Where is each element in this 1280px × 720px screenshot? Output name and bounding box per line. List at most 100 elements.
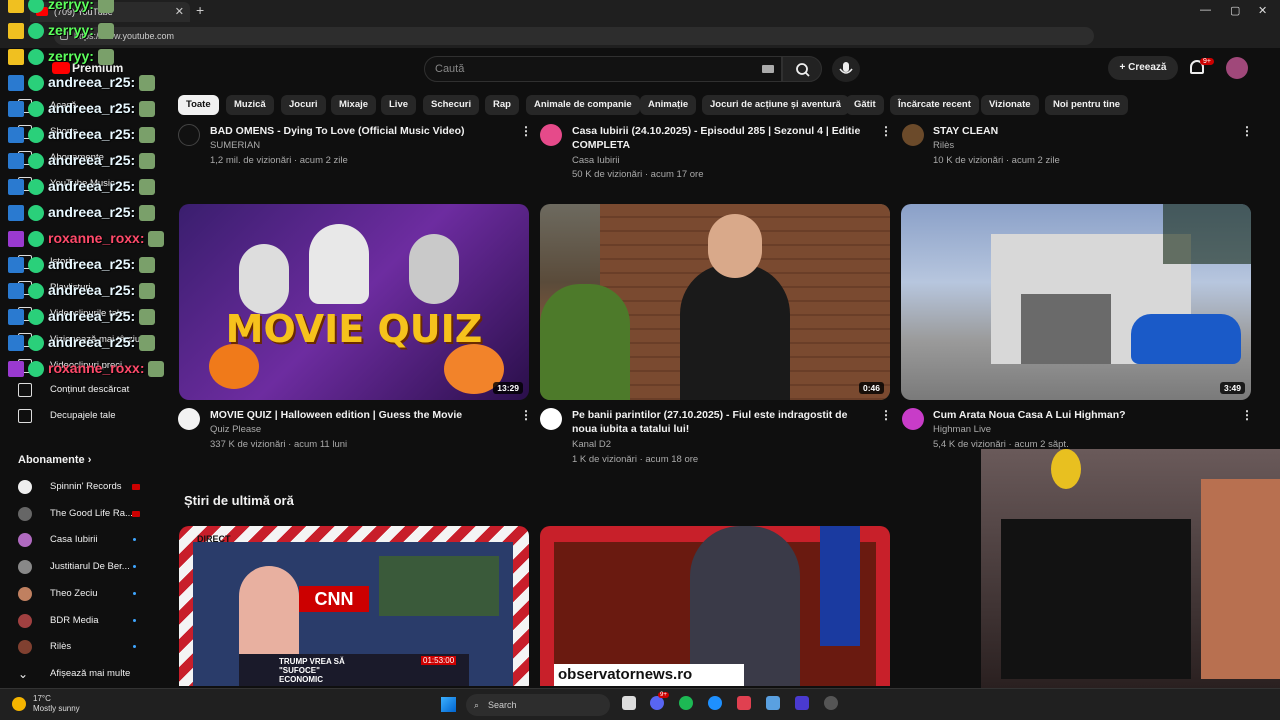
app-red-icon[interactable]: [737, 696, 751, 710]
chat-message: zerryy:: [8, 0, 118, 16]
video-meta: 1,2 mil. de vizionări · acum 2 zile: [210, 155, 348, 166]
chip-0[interactable]: Toate: [178, 95, 219, 115]
windows-start-icon[interactable]: [441, 697, 456, 712]
chip-1[interactable]: Muzică: [226, 95, 274, 115]
weather-temp[interactable]: 17°C: [33, 694, 51, 703]
chat-username: zerryy:: [48, 22, 94, 38]
emote-icon: [139, 179, 156, 196]
channel-avatar: [18, 480, 32, 494]
video-thumbnail[interactable]: MOVIE QUIZ 13:29: [179, 204, 529, 400]
channel-name[interactable]: Rilès: [933, 139, 954, 153]
subscription-name: Spinnin' Records: [50, 481, 122, 492]
chat-badge-icon: [28, 0, 44, 14]
chip-5[interactable]: Schecuri: [423, 95, 480, 115]
maximize-button[interactable]: ▢: [1230, 4, 1240, 17]
app-blue-icon[interactable]: [766, 696, 780, 710]
taskbar-search[interactable]: ⌕ Search: [466, 694, 610, 716]
video-title[interactable]: MOVIE QUIZ | Halloween edition | Guess t…: [210, 408, 510, 422]
video-thumbnail[interactable]: 0:46: [540, 204, 890, 400]
chat-badge-icon: [28, 283, 44, 300]
task-view-icon[interactable]: [622, 696, 636, 710]
create-label: Creează: [1128, 62, 1167, 73]
keyboard-icon[interactable]: [762, 65, 774, 73]
obs-icon[interactable]: [795, 696, 809, 710]
mascot-image: [1051, 449, 1081, 489]
channel-name[interactable]: Casa Iubirii: [572, 154, 620, 168]
chat-badge-icon: [8, 231, 24, 248]
subscriptions-heading[interactable]: Abonamente ›: [18, 454, 91, 466]
chip-10[interactable]: Gătit: [846, 95, 884, 115]
close-window-button[interactable]: ✕: [1258, 4, 1267, 17]
chip-9[interactable]: Jocuri de acțiune și aventură: [702, 95, 849, 115]
sidebar-item-10[interactable]: Decupajele tale: [0, 404, 170, 428]
channel-avatar[interactable]: [540, 124, 562, 146]
spotify-icon[interactable]: [679, 696, 693, 710]
more-options-icon[interactable]: ⋮: [1241, 408, 1253, 422]
voice-search-button[interactable]: [832, 56, 860, 82]
show-more-button[interactable]: ⌄ Afișează mai multe: [0, 662, 170, 686]
chip-12[interactable]: Vizionate: [981, 95, 1039, 115]
chip-8[interactable]: Animație: [640, 95, 697, 115]
news-thumbnail[interactable]: observatornews.ro: [540, 526, 890, 686]
app-gear-icon[interactable]: [824, 696, 838, 710]
chip-7[interactable]: Animale de companie: [526, 95, 640, 115]
chat-username: andreea_r25:: [48, 308, 136, 324]
channel-avatar[interactable]: [902, 408, 924, 430]
video-title[interactable]: Pe banii parintilor (27.10.2025) - Fiul …: [572, 408, 872, 436]
news-section-heading: Știri de ultimă oră: [184, 493, 294, 508]
channel-avatar[interactable]: [178, 124, 200, 146]
chat-badge-icon: [28, 127, 44, 144]
subscription-item[interactable]: Justitiarul De Ber...: [0, 555, 170, 579]
video-title[interactable]: STAY CLEAN: [933, 124, 1223, 138]
emote-icon: [97, 49, 114, 66]
more-options-icon[interactable]: ⋮: [880, 124, 892, 138]
create-button[interactable]: + Creează: [1108, 56, 1178, 80]
edge-icon[interactable]: [708, 696, 722, 710]
emote-icon: [139, 205, 156, 222]
video-title[interactable]: BAD OMENS - Dying To Love (Official Musi…: [210, 124, 510, 138]
chip-3[interactable]: Mixaje: [331, 95, 377, 115]
new-tab-button[interactable]: +: [196, 2, 204, 18]
chip-11[interactable]: Încărcate recent: [890, 95, 979, 115]
subscription-item[interactable]: The Good Life Ra...: [0, 502, 170, 526]
weather-desc[interactable]: Mostly sunny: [33, 704, 80, 713]
subscription-item[interactable]: Rilès: [0, 635, 170, 659]
more-options-icon[interactable]: ⋮: [520, 408, 532, 422]
video-thumbnail[interactable]: 3:49: [901, 204, 1251, 400]
video-title[interactable]: Cum Arata Noua Casa A Lui Highman?: [933, 408, 1223, 422]
channel-name[interactable]: Kanal D2: [572, 438, 611, 452]
channel-name[interactable]: SUMERIAN: [210, 139, 260, 153]
close-tab-icon[interactable]: ✕: [175, 5, 184, 18]
channel-avatar[interactable]: [902, 124, 924, 146]
chip-2[interactable]: Jocuri: [281, 95, 326, 115]
video-title[interactable]: Casa Iubirii (24.10.2025) - Episodul 285…: [572, 124, 862, 152]
more-options-icon[interactable]: ⋮: [520, 124, 532, 138]
account-avatar[interactable]: [1226, 57, 1248, 79]
chat-message: roxanne_roxx:: [8, 360, 168, 380]
sidebar-item-9[interactable]: Conținut descărcat: [0, 378, 170, 402]
channel-name[interactable]: Quiz Please: [210, 423, 261, 437]
discord-icon[interactable]: [650, 696, 664, 710]
search-button[interactable]: [782, 56, 822, 82]
subscription-item[interactable]: BDR Media: [0, 609, 170, 633]
emote-icon: [139, 335, 156, 352]
subscription-item[interactable]: Spinnin' Records: [0, 475, 170, 499]
channel-avatar[interactable]: [178, 408, 200, 430]
channel-avatar[interactable]: [540, 408, 562, 430]
more-options-icon[interactable]: ⋮: [880, 408, 892, 422]
chip-13[interactable]: Noi pentru tine: [1045, 95, 1129, 115]
minimize-button[interactable]: —: [1200, 4, 1211, 16]
chip-6[interactable]: Rap: [485, 95, 519, 115]
channel-name[interactable]: Highman Live: [933, 423, 991, 437]
more-options-icon[interactable]: ⋮: [1241, 124, 1253, 138]
chat-message: andreea_r25:: [8, 100, 159, 120]
chat-message: andreea_r25:: [8, 282, 159, 302]
subscription-item[interactable]: Casa Iubirii: [0, 528, 170, 552]
chip-4[interactable]: Live: [381, 95, 417, 115]
thumbnail-text: MOVIE QUIZ: [225, 307, 483, 351]
chat-badge-icon: [28, 205, 44, 222]
subscription-item[interactable]: Theo Zeciu: [0, 582, 170, 606]
url-field[interactable]: https://www.youtube.com: [54, 27, 1094, 45]
search-input[interactable]: Caută: [424, 56, 782, 82]
news-thumbnail[interactable]: DIRECT CNN TRUMP VREA SĂ "SUFOCE" ECONOM…: [179, 526, 529, 686]
